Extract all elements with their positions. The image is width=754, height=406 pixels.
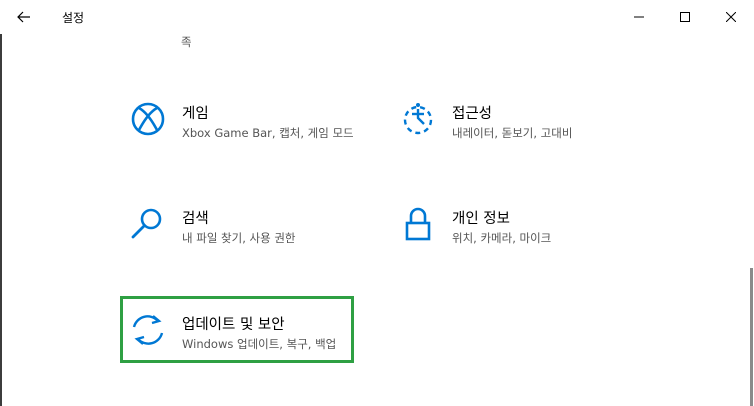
maximize-icon <box>680 12 690 22</box>
tile-ease-of-access[interactable]: 접근성 내레이터, 돋보기, 고대비 <box>400 101 620 145</box>
xbox-icon <box>131 102 165 136</box>
tile-title: 접근성 <box>452 106 493 122</box>
close-icon <box>726 12 736 22</box>
tile-desc: 내 파일 찾기, 사용 권한 <box>182 231 296 245</box>
ease-of-access-icon <box>403 103 433 135</box>
partial-tile-desc: 족 <box>181 35 192 49</box>
title-bar: 설정 <box>0 0 754 34</box>
tile-privacy[interactable]: 개인 정보 위치, 카메라, 마이크 <box>400 206 620 250</box>
back-arrow-icon <box>17 11 30 23</box>
close-button[interactable] <box>708 0 754 34</box>
highlight-box <box>120 296 354 363</box>
tile-title: 검색 <box>182 211 209 227</box>
tile-desc: 위치, 카메라, 마이크 <box>452 231 552 245</box>
search-icon <box>131 208 162 239</box>
tile-search[interactable]: 검색 내 파일 찾기, 사용 권한 <box>130 206 350 250</box>
minimize-button[interactable] <box>616 0 662 34</box>
maximize-button[interactable] <box>662 0 708 34</box>
tile-title: 게임 <box>182 106 209 122</box>
lock-icon <box>405 207 431 241</box>
minimize-icon <box>634 16 644 18</box>
tile-title: 개인 정보 <box>452 211 510 227</box>
app-title: 설정 <box>62 11 85 25</box>
tile-gaming[interactable]: 게임 Xbox Game Bar, 캡처, 게임 모드 <box>130 101 354 157</box>
window-edge <box>0 34 2 406</box>
tile-desc: 내레이터, 돋보기, 고대비 <box>452 126 573 140</box>
tile-desc: Xbox Game Bar, 캡처, 게임 모드 <box>182 126 354 140</box>
scrollbar[interactable] <box>750 268 753 406</box>
back-button[interactable] <box>6 0 42 34</box>
